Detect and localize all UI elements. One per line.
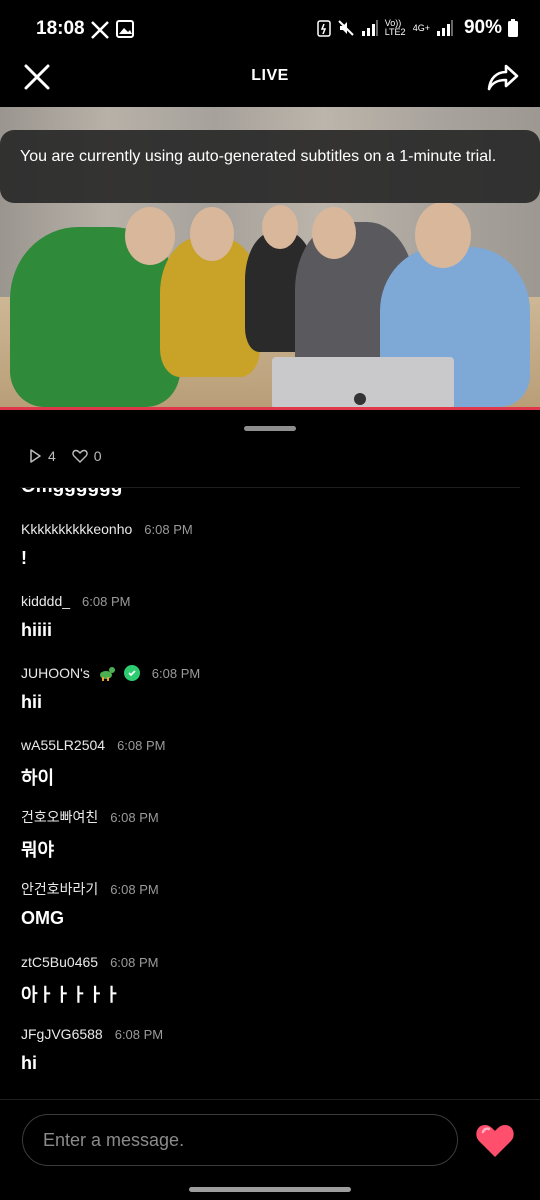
- chat-timestamp: 6:08 PM: [110, 809, 159, 825]
- chat-message: ztC5Bu0465 6:08 PM 아ㅏㅏㅏㅏㅏ: [21, 951, 158, 1007]
- chat-text: 아ㅏㅏㅏㅏㅏ: [21, 985, 121, 1005]
- video-progress-bar[interactable]: [0, 407, 540, 410]
- chat-message: kidddd_ 6:08 PM hiiii: [21, 590, 130, 641]
- chat-message: 건호오빠여친 6:08 PM 뭐야: [21, 806, 159, 862]
- home-indicator[interactable]: [189, 1187, 351, 1192]
- chat-username[interactable]: JFgJVG6588: [21, 1026, 103, 1042]
- heart-icon[interactable]: [474, 1120, 516, 1160]
- chat-timestamp: 6:08 PM: [151, 665, 201, 681]
- verified-icon: [123, 665, 140, 681]
- chat-text: 하이: [21, 768, 55, 788]
- network-label-2: 4G+: [412, 23, 430, 33]
- clock: 18:08: [36, 18, 85, 39]
- laptop-logo: [354, 393, 366, 405]
- chat-username[interactable]: 건호오빠여친: [21, 807, 98, 827]
- chat-timestamp: 6:08 PM: [110, 954, 159, 970]
- dinosaur-emoji-icon: [99, 667, 115, 681]
- chat-text: 뭐야: [21, 840, 55, 860]
- person-head: [262, 205, 298, 249]
- share-icon[interactable]: [486, 60, 520, 94]
- chat-timestamp: 6:08 PM: [114, 1026, 164, 1042]
- composer-divider: [0, 1099, 540, 1100]
- chat-message: JFgJVG6588 6:08 PM hi: [21, 1023, 163, 1074]
- battery-saver-icon: [316, 20, 331, 37]
- chat-username[interactable]: 안건호바라기: [21, 879, 98, 899]
- signal-icon-2: [436, 20, 453, 36]
- person-head: [190, 207, 234, 261]
- heart-outline-icon: [72, 449, 88, 463]
- play-icon: [30, 449, 41, 463]
- message-input[interactable]: Enter a message.: [22, 1114, 458, 1166]
- person-head: [415, 202, 471, 268]
- page-title: LIVE: [251, 67, 289, 84]
- laptop: [272, 357, 454, 407]
- chat-username[interactable]: ztC5Bu0465: [21, 954, 98, 970]
- chat-partial-message: Omgggggg: [21, 488, 122, 498]
- signal-icon: [361, 20, 378, 36]
- chat-timestamp: 6:08 PM: [144, 521, 193, 537]
- chat-timestamp: 6:08 PM: [117, 737, 166, 753]
- stats-row: 4 0: [28, 448, 112, 464]
- chat-username[interactable]: Kkkkkkkkkkeonho: [21, 521, 132, 537]
- chat-text: hiiii: [21, 620, 52, 640]
- sheet-drag-handle[interactable]: [244, 426, 296, 431]
- x-app-icon: [91, 21, 109, 39]
- mute-icon: [337, 20, 354, 36]
- chat-username[interactable]: kidddd_: [21, 593, 70, 609]
- person-head: [312, 207, 356, 259]
- chat-username[interactable]: wA55LR2504: [21, 737, 105, 753]
- network-label: Vo)) LTE2: [384, 18, 406, 37]
- status-bar: 18:08 Vo)) LTE2 4G+ 90%: [0, 0, 540, 60]
- chat-timestamp: 6:08 PM: [82, 593, 131, 609]
- chat-list[interactable]: Omgggggg Kkkkkkkkkkeonho 6:08 PM ! kidddd…: [0, 488, 540, 1098]
- battery-percent: 90%: [463, 17, 502, 38]
- chat-message: Kkkkkkkkkkeonho 6:08 PM !: [21, 518, 193, 569]
- chat-message: 안건호바라기 6:08 PM OMG: [21, 878, 159, 929]
- message-input-placeholder: Enter a message.: [43, 1129, 185, 1150]
- chat-message: JUHOON's 6:08 PM hii: [21, 662, 200, 713]
- like-count: 0: [93, 448, 102, 464]
- status-icons: Vo)) LTE2 4G+ 90%: [316, 17, 518, 39]
- chat-text: hi: [21, 1053, 37, 1073]
- chat-text: !: [21, 548, 27, 568]
- chat-username[interactable]: JUHOON's: [21, 665, 90, 681]
- gallery-icon: [116, 20, 134, 38]
- person-head: [125, 207, 175, 265]
- chat-text: OMG: [21, 908, 64, 928]
- view-count: 4: [48, 448, 56, 464]
- battery-icon: [508, 19, 518, 37]
- top-bar: LIVE: [0, 52, 540, 100]
- chat-message: wA55LR2504 6:08 PM 하이: [21, 734, 165, 790]
- chat-timestamp: 6:08 PM: [110, 881, 159, 897]
- chat-text: hii: [21, 692, 42, 712]
- subtitle-notice: You are currently using auto-generated s…: [0, 130, 540, 203]
